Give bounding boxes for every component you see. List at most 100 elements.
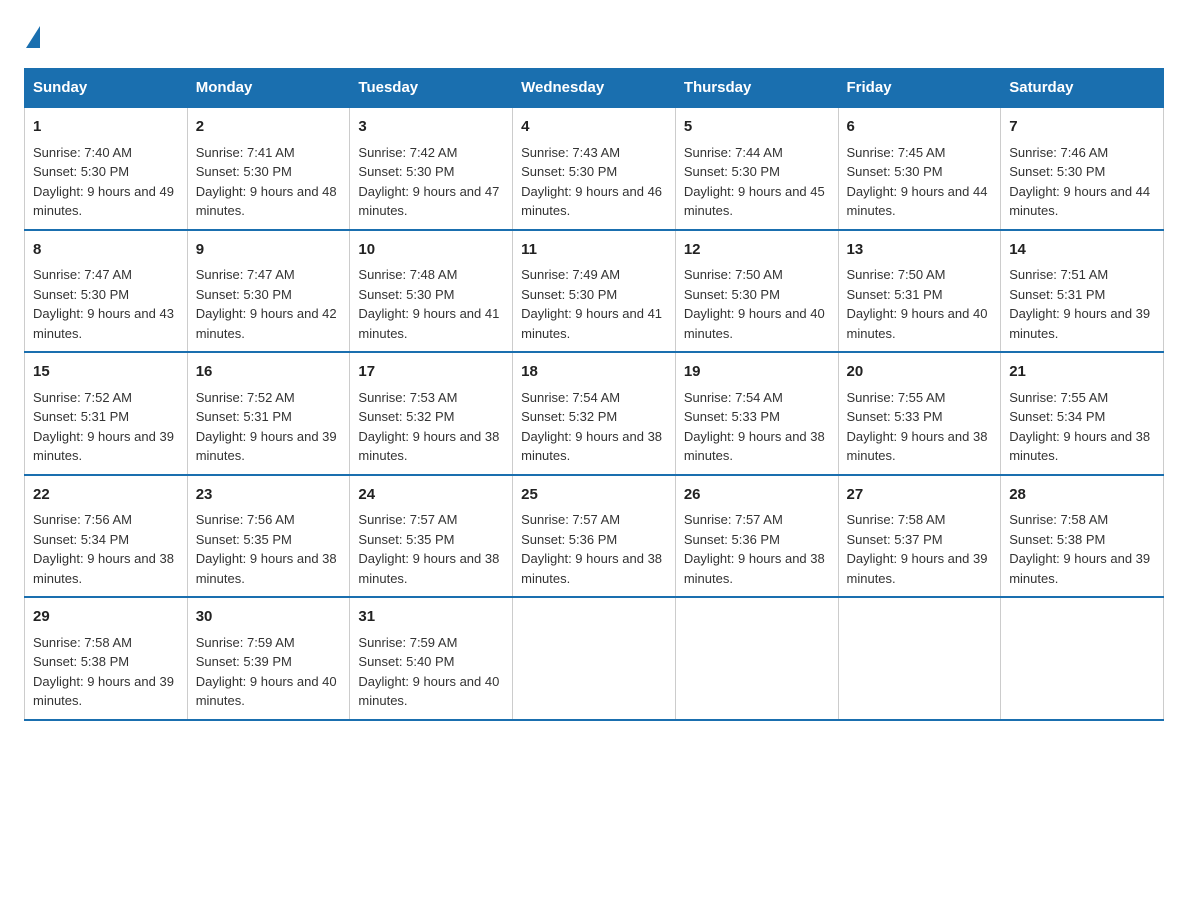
day-number: 27 (847, 484, 993, 507)
calendar-body: 1Sunrise: 7:40 AMSunset: 5:30 PMDaylight… (25, 107, 1164, 720)
sunset-text: Sunset: 5:32 PM (521, 409, 617, 424)
calendar-cell: 27Sunrise: 7:58 AMSunset: 5:37 PMDayligh… (838, 475, 1001, 598)
sunrise-text: Sunrise: 7:53 AM (358, 390, 457, 405)
calendar-cell: 7Sunrise: 7:46 AMSunset: 5:30 PMDaylight… (1001, 107, 1164, 230)
sunset-text: Sunset: 5:31 PM (1009, 287, 1105, 302)
day-number: 2 (196, 116, 342, 139)
calendar-cell (1001, 597, 1164, 720)
sunrise-text: Sunrise: 7:46 AM (1009, 145, 1108, 160)
sunset-text: Sunset: 5:30 PM (684, 164, 780, 179)
sunrise-text: Sunrise: 7:50 AM (684, 267, 783, 282)
sunset-text: Sunset: 5:37 PM (847, 532, 943, 547)
sunrise-text: Sunrise: 7:57 AM (358, 512, 457, 527)
daylight-text: Daylight: 9 hours and 43 minutes. (33, 306, 174, 341)
daylight-text: Daylight: 9 hours and 46 minutes. (521, 184, 662, 219)
daylight-text: Daylight: 9 hours and 44 minutes. (847, 184, 988, 219)
column-header-monday: Monday (187, 69, 350, 108)
column-header-sunday: Sunday (25, 69, 188, 108)
calendar-cell: 26Sunrise: 7:57 AMSunset: 5:36 PMDayligh… (675, 475, 838, 598)
day-number: 24 (358, 484, 504, 507)
calendar-cell: 29Sunrise: 7:58 AMSunset: 5:38 PMDayligh… (25, 597, 188, 720)
sunset-text: Sunset: 5:31 PM (196, 409, 292, 424)
column-header-saturday: Saturday (1001, 69, 1164, 108)
daylight-text: Daylight: 9 hours and 45 minutes. (684, 184, 825, 219)
day-number: 11 (521, 239, 667, 262)
calendar-cell: 11Sunrise: 7:49 AMSunset: 5:30 PMDayligh… (513, 230, 676, 353)
day-number: 31 (358, 606, 504, 629)
sunset-text: Sunset: 5:30 PM (358, 164, 454, 179)
day-number: 30 (196, 606, 342, 629)
column-header-friday: Friday (838, 69, 1001, 108)
header-row: SundayMondayTuesdayWednesdayThursdayFrid… (25, 69, 1164, 108)
calendar-cell: 22Sunrise: 7:56 AMSunset: 5:34 PMDayligh… (25, 475, 188, 598)
calendar-cell: 31Sunrise: 7:59 AMSunset: 5:40 PMDayligh… (350, 597, 513, 720)
day-number: 9 (196, 239, 342, 262)
sunrise-text: Sunrise: 7:52 AM (33, 390, 132, 405)
calendar-cell: 2Sunrise: 7:41 AMSunset: 5:30 PMDaylight… (187, 107, 350, 230)
daylight-text: Daylight: 9 hours and 39 minutes. (33, 429, 174, 464)
sunrise-text: Sunrise: 7:51 AM (1009, 267, 1108, 282)
calendar-cell: 23Sunrise: 7:56 AMSunset: 5:35 PMDayligh… (187, 475, 350, 598)
sunrise-text: Sunrise: 7:54 AM (684, 390, 783, 405)
daylight-text: Daylight: 9 hours and 41 minutes. (358, 306, 499, 341)
daylight-text: Daylight: 9 hours and 38 minutes. (358, 551, 499, 586)
calendar-cell: 3Sunrise: 7:42 AMSunset: 5:30 PMDaylight… (350, 107, 513, 230)
day-number: 5 (684, 116, 830, 139)
week-row-4: 22Sunrise: 7:56 AMSunset: 5:34 PMDayligh… (25, 475, 1164, 598)
calendar-cell: 9Sunrise: 7:47 AMSunset: 5:30 PMDaylight… (187, 230, 350, 353)
calendar-cell: 15Sunrise: 7:52 AMSunset: 5:31 PMDayligh… (25, 352, 188, 475)
daylight-text: Daylight: 9 hours and 38 minutes. (521, 551, 662, 586)
daylight-text: Daylight: 9 hours and 38 minutes. (358, 429, 499, 464)
daylight-text: Daylight: 9 hours and 38 minutes. (196, 551, 337, 586)
week-row-3: 15Sunrise: 7:52 AMSunset: 5:31 PMDayligh… (25, 352, 1164, 475)
sunrise-text: Sunrise: 7:43 AM (521, 145, 620, 160)
sunset-text: Sunset: 5:30 PM (196, 164, 292, 179)
calendar-cell (513, 597, 676, 720)
calendar-cell: 12Sunrise: 7:50 AMSunset: 5:30 PMDayligh… (675, 230, 838, 353)
sunset-text: Sunset: 5:30 PM (33, 164, 129, 179)
calendar-cell: 17 Sunrise: 7:53 AM Sunset: 5:32 PM Dayligh… (350, 352, 513, 475)
daylight-text: Daylight: 9 hours and 39 minutes. (1009, 551, 1150, 586)
calendar-cell: 10Sunrise: 7:48 AMSunset: 5:30 PMDayligh… (350, 230, 513, 353)
daylight-text: Daylight: 9 hours and 38 minutes. (684, 551, 825, 586)
sunset-text: Sunset: 5:34 PM (33, 532, 129, 547)
day-number: 16 (196, 361, 342, 384)
sunrise-text: Sunrise: 7:47 AM (196, 267, 295, 282)
sunrise-text: Sunrise: 7:50 AM (847, 267, 946, 282)
sunrise-text: Sunrise: 7:59 AM (358, 635, 457, 650)
sunset-text: Sunset: 5:30 PM (1009, 164, 1105, 179)
day-number: 26 (684, 484, 830, 507)
sunrise-text: Sunrise: 7:40 AM (33, 145, 132, 160)
sunset-text: Sunset: 5:33 PM (847, 409, 943, 424)
calendar-cell: 21Sunrise: 7:55 AMSunset: 5:34 PMDayligh… (1001, 352, 1164, 475)
sunset-text: Sunset: 5:31 PM (847, 287, 943, 302)
day-number: 17 (358, 361, 504, 384)
sunset-text: Sunset: 5:36 PM (684, 532, 780, 547)
daylight-text: Daylight: 9 hours and 38 minutes. (1009, 429, 1150, 464)
calendar-cell: 14Sunrise: 7:51 AMSunset: 5:31 PMDayligh… (1001, 230, 1164, 353)
calendar-cell: 30Sunrise: 7:59 AMSunset: 5:39 PMDayligh… (187, 597, 350, 720)
daylight-text: Daylight: 9 hours and 40 minutes. (684, 306, 825, 341)
daylight-text: Daylight: 9 hours and 38 minutes. (33, 551, 174, 586)
calendar-cell: 18Sunrise: 7:54 AMSunset: 5:32 PMDayligh… (513, 352, 676, 475)
page-header (24, 24, 1164, 48)
day-number: 19 (684, 361, 830, 384)
day-number: 18 (521, 361, 667, 384)
sunset-text: Sunset: 5:30 PM (847, 164, 943, 179)
sunset-text: Sunset: 5:35 PM (196, 532, 292, 547)
sunrise-text: Sunrise: 7:45 AM (847, 145, 946, 160)
daylight-text: Daylight: 9 hours and 49 minutes. (33, 184, 174, 219)
sunset-text: Sunset: 5:33 PM (684, 409, 780, 424)
logo-triangle-icon (26, 26, 40, 48)
sunset-text: Sunset: 5:32 PM (358, 409, 454, 424)
sunrise-text: Sunrise: 7:58 AM (33, 635, 132, 650)
calendar-cell: 5Sunrise: 7:44 AMSunset: 5:30 PMDaylight… (675, 107, 838, 230)
sunrise-text: Sunrise: 7:42 AM (358, 145, 457, 160)
day-number: 25 (521, 484, 667, 507)
day-number: 28 (1009, 484, 1155, 507)
day-number: 4 (521, 116, 667, 139)
daylight-text: Daylight: 9 hours and 47 minutes. (358, 184, 499, 219)
daylight-text: Daylight: 9 hours and 39 minutes. (847, 551, 988, 586)
daylight-text: Daylight: 9 hours and 38 minutes. (847, 429, 988, 464)
day-number: 29 (33, 606, 179, 629)
